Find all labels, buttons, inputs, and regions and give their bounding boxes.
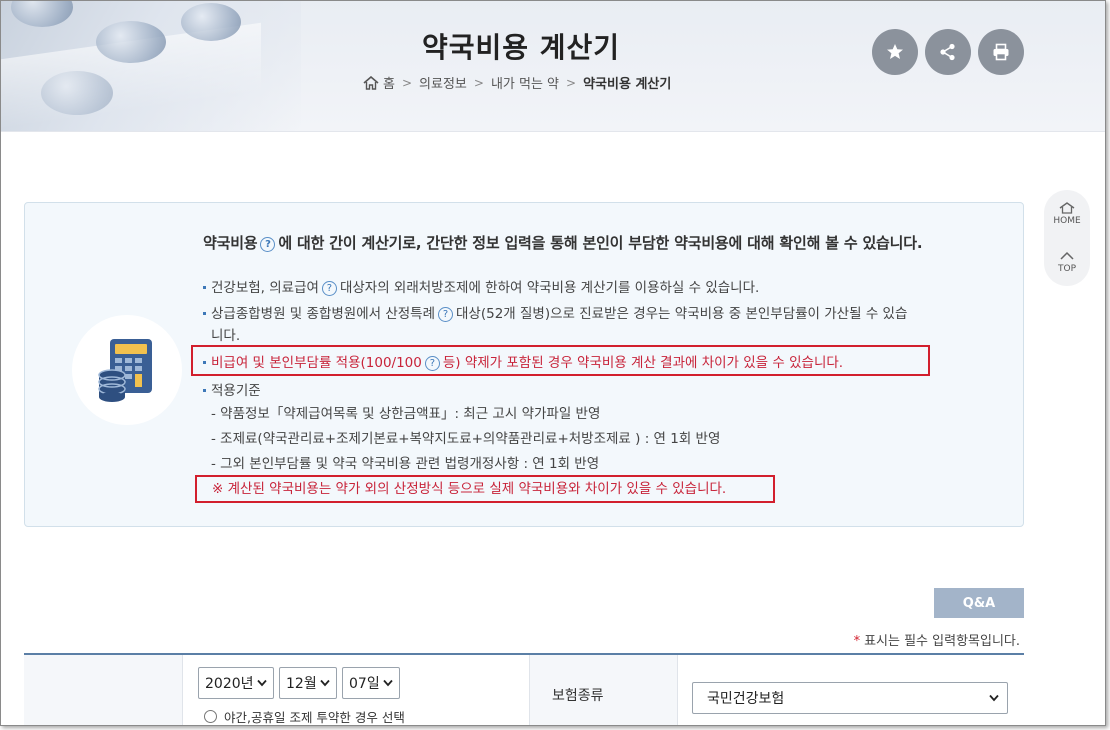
home-button[interactable]: HOME: [1044, 190, 1090, 238]
chevron-down-icon: [989, 694, 999, 702]
required-star: *: [853, 634, 861, 649]
page-header: 약국비용 계산기 홈 > 의료정보 > 내가 먹는 약 > 약국비용 계산기: [1, 1, 1105, 132]
insurance-type-select[interactable]: 국민건강보험: [692, 682, 1008, 714]
criteria-drug-info: - 약품정보「약제급여목록 및 상한금액표」: 최근 고시 약가파일 반영: [211, 406, 601, 422]
chevron-down-icon: [257, 679, 267, 687]
help-icon[interactable]: ?: [321, 281, 337, 296]
criteria-dispensing-fee: - 조제료(약국관리료+조제기본료+복약지도료+의약품관리료+처방조제료 ) :…: [211, 431, 721, 447]
chevron-down-icon: [383, 679, 393, 687]
night-holiday-option[interactable]: 야간,공휴일 조제 투약한 경우 선택: [204, 707, 405, 725]
highlight-box: [191, 345, 930, 376]
criteria-other: - 그외 본인부담률 및 약국 약국비용 관련 법령개정사항 : 연 1회 반영: [211, 456, 600, 472]
breadcrumb-current: 약국비용 계산기: [583, 77, 672, 92]
highlight-box: [195, 475, 775, 503]
chevron-right-icon: >: [401, 75, 413, 90]
home-icon[interactable]: [363, 75, 379, 90]
chevron-right-icon: >: [473, 75, 484, 90]
chevron-up-icon: [1060, 251, 1074, 260]
top-label: TOP: [1057, 264, 1076, 274]
month-select[interactable]: 12월: [279, 667, 337, 699]
year-select[interactable]: 2020년: [198, 667, 274, 699]
share-icon: [940, 43, 955, 61]
breadcrumb-my-medicine[interactable]: 내가 먹는 약: [491, 73, 559, 92]
breadcrumb-home[interactable]: 홈: [383, 73, 395, 92]
radio-button[interactable]: [204, 710, 217, 723]
page-frame: 약국비용 계산기 홈 > 의료정보 > 내가 먹는 약 > 약국비용 계산기 H…: [0, 0, 1106, 726]
breadcrumb-medical-info[interactable]: 의료정보: [419, 73, 467, 92]
home-icon: [1059, 202, 1075, 214]
side-quick-menu: HOME TOP: [1044, 190, 1090, 286]
info-item-criteria: 적용기준: [203, 380, 1003, 402]
lead-term: 약국비용: [203, 234, 258, 252]
pills-background-image: [1, 1, 301, 131]
print-button[interactable]: [978, 29, 1024, 75]
chevron-down-icon: [320, 679, 330, 687]
calculator-illustration: [72, 315, 182, 425]
help-icon[interactable]: ?: [260, 237, 276, 252]
chevron-right-icon: >: [566, 75, 577, 90]
help-icon[interactable]: ?: [438, 307, 454, 322]
info-lead: 약국비용? 에 대한 간이 계산기로, 간단한 정보 입력을 통해 본인이 부담한…: [203, 232, 1003, 253]
form-label-cell: [24, 655, 183, 725]
print-icon: [993, 43, 1009, 61]
day-select[interactable]: 07일: [342, 667, 400, 699]
home-label: HOME: [1053, 216, 1081, 226]
info-item-eligibility: 건강보험, 의료급여? 대상자의 외래처방조제에 한하여 약국비용 계산기를 이용…: [203, 277, 1003, 299]
qa-button[interactable]: Q&A: [934, 588, 1024, 618]
bookmark-button[interactable]: [872, 29, 918, 75]
share-button[interactable]: [925, 29, 971, 75]
required-note: * 표시는 필수 입력항목입니다.: [853, 634, 1020, 649]
top-button[interactable]: TOP: [1044, 238, 1090, 286]
breadcrumb: 홈 > 의료정보 > 내가 먹는 약 > 약국비용 계산기: [363, 73, 671, 92]
star-icon: [887, 44, 903, 59]
lead-text: 에 대한 간이 계산기로, 간단한 정보 입력을 통해 본인이 부담한 약국비용…: [278, 234, 923, 252]
calculator-info-box: 약국비용? 에 대한 간이 계산기로, 간단한 정보 입력을 통해 본인이 부담한…: [24, 202, 1024, 527]
calculator-coins-icon: [98, 339, 152, 402]
calculator-form: 2020년 12월 07일 야간,공휴일 조제 투약한 경우 선택 보험종류 국…: [24, 653, 1024, 725]
insurance-type-label: 보험종류: [529, 655, 678, 725]
info-item-special-case: 상급종합병원 및 종합병원에서 산정특례? 대상(52개 질병)으로 진료받은 경…: [203, 303, 1003, 347]
